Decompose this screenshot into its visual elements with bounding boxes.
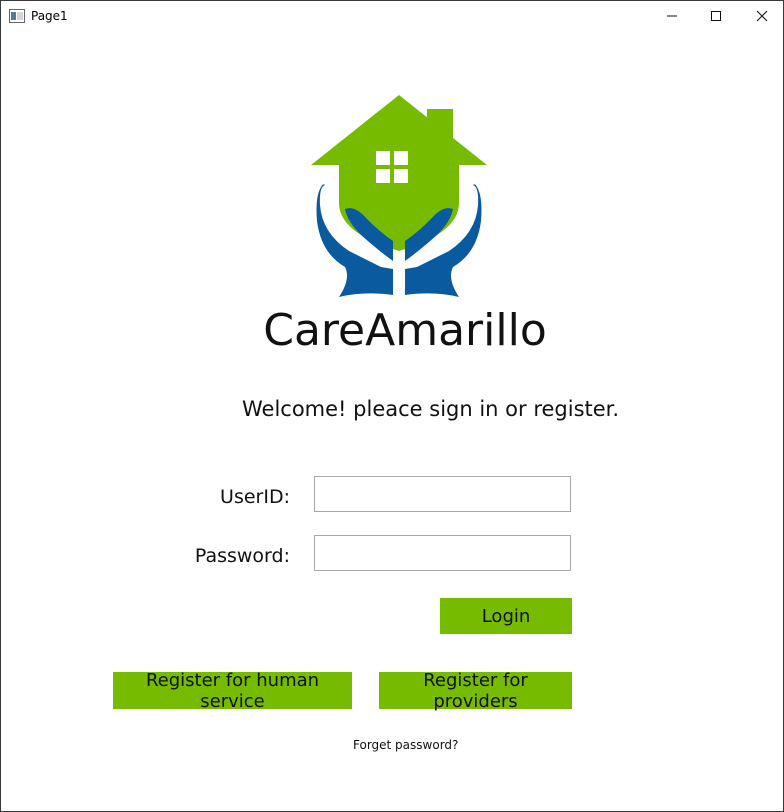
close-button[interactable] (739, 1, 783, 31)
app-icon (9, 9, 25, 23)
userid-label: UserID: (220, 486, 290, 508)
login-button[interactable]: Login (440, 598, 572, 634)
app-window: Page1 CareAmarillo Welcome! pleace sign … (0, 0, 784, 812)
welcome-message: Welcome! pleace sign in or register. (242, 397, 620, 421)
password-label: Password: (194, 545, 290, 567)
window-title: Page1 (31, 9, 68, 23)
forget-password-link[interactable]: Forget password? (353, 738, 458, 752)
house-in-hands-logo (311, 95, 487, 297)
register-human-service-button[interactable]: Register for human service (113, 670, 352, 712)
close-icon (756, 10, 768, 22)
register-providers-button[interactable]: Register for providers (379, 670, 572, 712)
maximize-button[interactable] (693, 1, 739, 31)
userid-input[interactable] (314, 476, 571, 512)
maximize-icon (711, 11, 721, 21)
title-bar[interactable]: Page1 (1, 1, 783, 31)
minimize-button[interactable] (649, 1, 695, 31)
app-name: CareAmarillo (263, 305, 547, 356)
password-input[interactable] (314, 535, 571, 571)
minimize-icon (667, 15, 677, 17)
